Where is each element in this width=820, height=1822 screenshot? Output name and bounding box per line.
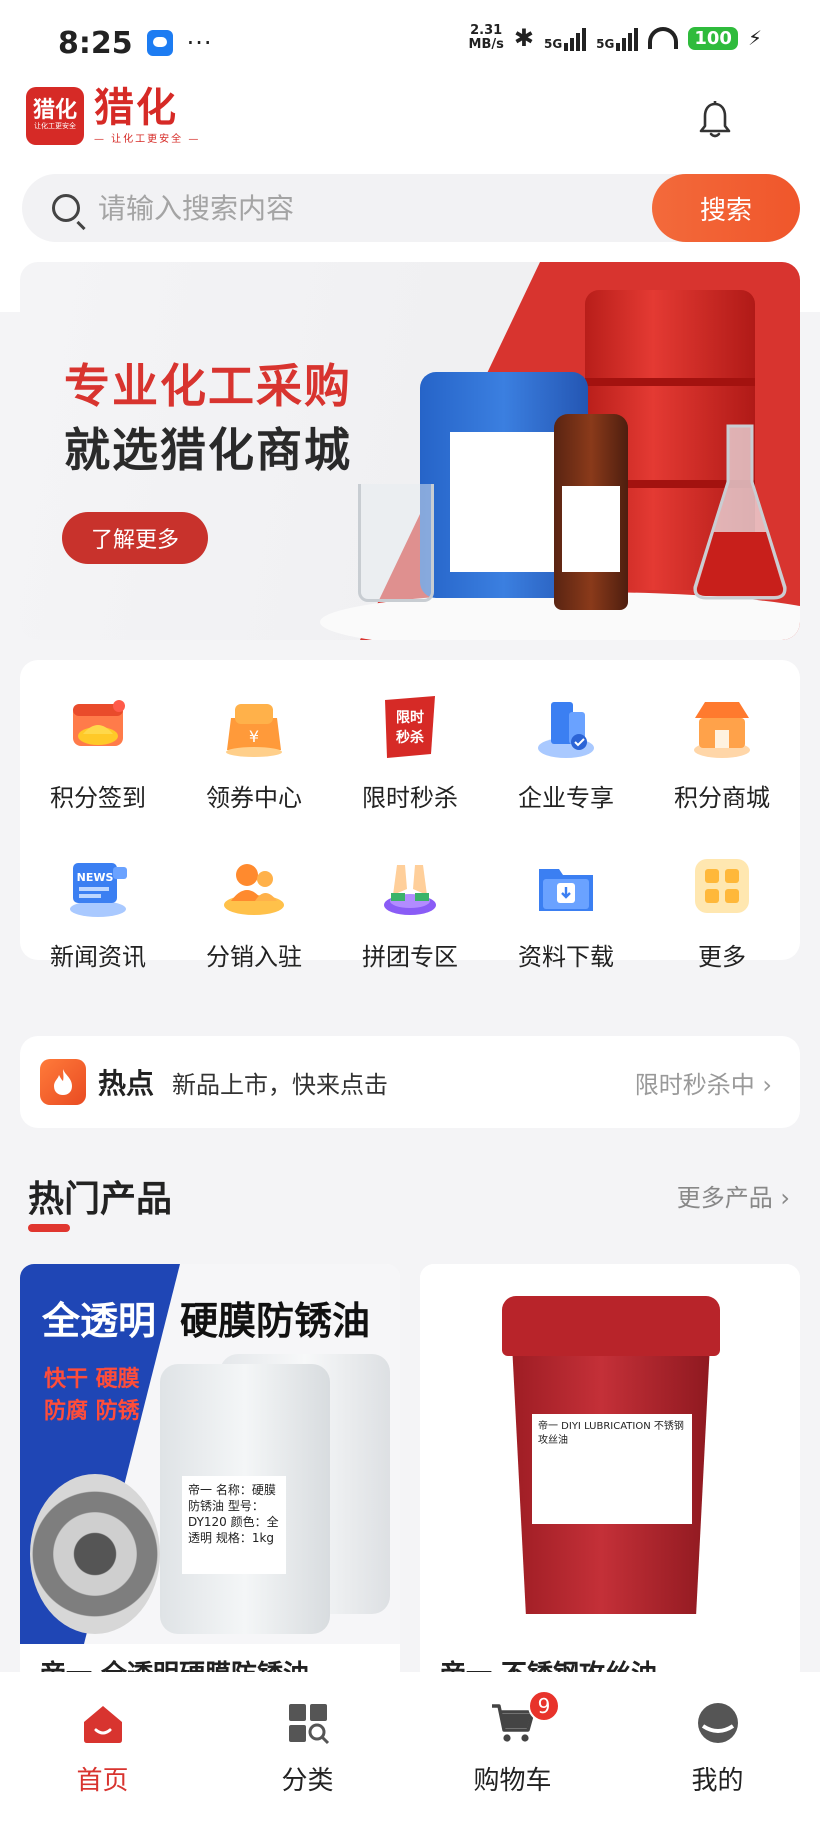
grid-item-coupon[interactable]: ¥ 领券中心: [176, 690, 332, 813]
signal-icon: 5G: [544, 25, 587, 51]
coupon-icon: ¥: [226, 704, 282, 757]
news-icon: NEWS: [70, 863, 127, 917]
product-image: 帝一 DIYI LUBRICATION 不锈钢攻丝油: [420, 1264, 800, 1644]
learn-more-button[interactable]: 了解更多: [62, 512, 208, 564]
flask-image: [693, 424, 787, 600]
category-icon: [288, 1704, 329, 1745]
profile-icon: [697, 1703, 738, 1743]
search-icon: [52, 194, 80, 222]
grid-item-label: 拼团专区: [362, 943, 458, 971]
more-icon: [695, 859, 749, 913]
app-logo: 猎化 让化工更安全 猎化 — 让化工更安全 —: [26, 86, 200, 145]
grid-item-more[interactable]: 更多: [644, 849, 800, 972]
more-products-link[interactable]: 更多产品 ›: [677, 1178, 790, 1213]
grid-item-label: 积分商城: [674, 784, 770, 812]
grid-item-label: 企业专享: [518, 784, 614, 812]
grid-item-distribution[interactable]: 分销入驻: [176, 849, 332, 972]
battery-icon: 100: [688, 26, 738, 50]
enterprise-icon: [538, 702, 594, 758]
chat-app-icon: [146, 30, 173, 56]
grid-item-flash-sale[interactable]: 限时 秒杀 限时秒杀: [332, 690, 488, 813]
product-card[interactable]: 全透明 硬膜防锈油 快干 硬膜 防腐 防锈 帝一 名称：硬膜防锈油 型号：DY1…: [20, 1264, 400, 1684]
wifi-icon: [648, 27, 679, 49]
group-buy-icon: [384, 865, 436, 915]
flash-sale-link[interactable]: 限时秒杀中 ›: [635, 1065, 772, 1100]
search-input[interactable]: [98, 191, 598, 225]
distribution-icon: [224, 864, 284, 915]
status-indicators: 2.31 MB/s ✱ 5G 5G 100 ⚡: [468, 23, 762, 53]
section-underline: [28, 1224, 70, 1232]
grid-item-label: 更多: [698, 943, 746, 971]
tab-label: 我的: [691, 1766, 744, 1796]
svg-text:限时: 限时: [396, 709, 424, 726]
hot-title: 热点: [98, 1067, 155, 1100]
logo-mark: 猎化 让化工更安全: [26, 86, 84, 145]
product-label: 帝一 名称：硬膜防锈油 型号：DY120 颜色：全透明 规格：1kg: [182, 1476, 286, 1574]
grid-item-label: 积分签到: [50, 784, 146, 812]
status-bar: 8:25 ··· 2.31 MB/s ✱ 5G 5G 100 ⚡: [0, 0, 820, 86]
tab-profile[interactable]: 我的: [615, 1672, 820, 1822]
product-tags: 快干 硬膜 防腐 防锈: [44, 1367, 140, 1424]
bluetooth-icon: ✱: [513, 24, 534, 52]
logo-name: 猎化: [94, 85, 178, 131]
tab-category[interactable]: 分类: [205, 1672, 410, 1822]
grid-item-label: 限时秒杀: [362, 784, 458, 812]
product-headline: 全透明: [42, 1299, 157, 1343]
function-grid-card: 积分签到 ¥ 领券中心 限时 秒杀 限时秒杀 企业专享 积分商城 NEWS 新闻…: [20, 660, 800, 971]
tab-label: 分类: [281, 1766, 334, 1796]
metal-part-image: [30, 1474, 160, 1634]
grid-item-label: 分销入驻: [206, 943, 302, 971]
home-icon: [83, 1706, 122, 1743]
grid-item-label: 领券中心: [206, 784, 302, 812]
grid-item-label: 新闻资讯: [50, 943, 146, 971]
flash-sale-icon: 限时 秒杀: [385, 696, 435, 758]
grid-item-label: 资料下载: [518, 943, 614, 971]
svg-text:NEWS: NEWS: [77, 871, 114, 884]
product-headline: 硬膜防锈油: [180, 1299, 371, 1343]
bell-icon[interactable]: [698, 100, 732, 140]
grid-item-news[interactable]: NEWS 新闻资讯: [20, 849, 176, 972]
section-title: 热门产品: [28, 1179, 173, 1220]
tab-label: 首页: [76, 1766, 129, 1796]
banner-subtitle: 就选猎化商城: [64, 423, 352, 477]
promo-banner[interactable]: 专业化工采购 就选猎化商城 了解更多: [20, 262, 800, 640]
more-notifications-icon: ···: [186, 29, 213, 57]
product-card[interactable]: 帝一 DIYI LUBRICATION 不锈钢攻丝油 帝一 不锈钢攻丝油: [420, 1264, 800, 1684]
grid-item-points-signin[interactable]: 积分签到: [20, 690, 176, 813]
grid-item-download[interactable]: 资料下载: [488, 849, 644, 972]
grid-item-group-buy[interactable]: 拼团专区: [332, 849, 488, 972]
points-signin-icon: [73, 700, 125, 746]
reagent-bottle-image: [554, 414, 628, 610]
charging-icon: ⚡: [747, 26, 762, 50]
hot-text: 新品上市，快来点击: [172, 1070, 389, 1099]
search-button[interactable]: 搜索: [652, 174, 800, 242]
fire-icon: [40, 1059, 86, 1105]
cart-badge: 9: [528, 1690, 560, 1722]
svg-text:秒杀: 秒杀: [396, 729, 424, 746]
search-bar[interactable]: 搜索: [22, 174, 800, 242]
function-grid: 积分签到 ¥ 领券中心 限时 秒杀 限时秒杀 企业专享 积分商城 NEWS 新闻…: [20, 690, 800, 972]
grid-item-points-mall[interactable]: 积分商城: [644, 690, 800, 813]
grid-item-enterprise[interactable]: 企业专享: [488, 690, 644, 813]
tab-label: 购物车: [473, 1766, 552, 1796]
network-speed: 2.31 MB/s: [468, 23, 504, 52]
svg-text:¥: ¥: [249, 727, 259, 746]
tab-cart[interactable]: 9 购物车: [410, 1672, 615, 1822]
product-image: 全透明 硬膜防锈油 快干 硬膜 防腐 防锈 帝一 名称：硬膜防锈油 型号：DY1…: [20, 1264, 400, 1644]
hot-news-bar[interactable]: 热点 新品上市，快来点击 限时秒杀中 ›: [20, 1036, 800, 1128]
download-icon: [539, 869, 593, 911]
signal-icon: 5G: [596, 25, 639, 51]
status-time: 8:25: [58, 25, 133, 61]
bottom-tab-bar: 首页 分类 9 购物车 我的: [0, 1672, 820, 1822]
banner-title: 专业化工采购: [64, 359, 352, 413]
product-label: 帝一 DIYI LUBRICATION 不锈钢攻丝油: [532, 1414, 692, 1524]
points-mall-icon: [694, 702, 750, 758]
beaker-image: [358, 484, 434, 602]
tab-home[interactable]: 首页: [0, 1672, 205, 1822]
logo-slogan: — 让化工更安全 —: [94, 134, 201, 145]
